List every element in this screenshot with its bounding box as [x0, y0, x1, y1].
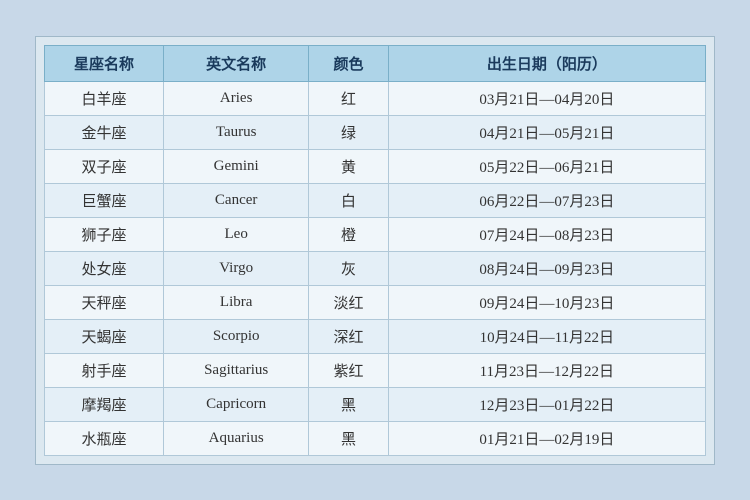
cell-color: 灰	[309, 251, 388, 285]
cell-chinese: 水瓶座	[45, 421, 164, 455]
cell-color: 淡红	[309, 285, 388, 319]
header-english: 英文名称	[163, 45, 308, 81]
zodiac-table: 星座名称 英文名称 颜色 出生日期（阳历） 白羊座Aries红03月21日—04…	[44, 45, 706, 456]
table-row: 天秤座Libra淡红09月24日—10月23日	[45, 285, 706, 319]
cell-color: 红	[309, 81, 388, 115]
table-row: 金牛座Taurus绿04月21日—05月21日	[45, 115, 706, 149]
cell-chinese: 巨蟹座	[45, 183, 164, 217]
cell-english: Gemini	[163, 149, 308, 183]
cell-date: 03月21日—04月20日	[388, 81, 705, 115]
cell-date: 12月23日—01月22日	[388, 387, 705, 421]
header-color: 颜色	[309, 45, 388, 81]
cell-english: Scorpio	[163, 319, 308, 353]
cell-chinese: 射手座	[45, 353, 164, 387]
cell-chinese: 处女座	[45, 251, 164, 285]
cell-color: 绿	[309, 115, 388, 149]
cell-date: 06月22日—07月23日	[388, 183, 705, 217]
table-row: 射手座Sagittarius紫红11月23日—12月22日	[45, 353, 706, 387]
cell-chinese: 金牛座	[45, 115, 164, 149]
header-chinese: 星座名称	[45, 45, 164, 81]
cell-chinese: 摩羯座	[45, 387, 164, 421]
cell-chinese: 天蝎座	[45, 319, 164, 353]
table-row: 处女座Virgo灰08月24日—09月23日	[45, 251, 706, 285]
cell-color: 橙	[309, 217, 388, 251]
cell-english: Aries	[163, 81, 308, 115]
cell-date: 04月21日—05月21日	[388, 115, 705, 149]
cell-color: 紫红	[309, 353, 388, 387]
table-row: 水瓶座Aquarius黑01月21日—02月19日	[45, 421, 706, 455]
cell-date: 09月24日—10月23日	[388, 285, 705, 319]
cell-english: Taurus	[163, 115, 308, 149]
cell-date: 07月24日—08月23日	[388, 217, 705, 251]
cell-chinese: 天秤座	[45, 285, 164, 319]
cell-date: 08月24日—09月23日	[388, 251, 705, 285]
table-row: 白羊座Aries红03月21日—04月20日	[45, 81, 706, 115]
cell-english: Virgo	[163, 251, 308, 285]
table-row: 天蝎座Scorpio深红10月24日—11月22日	[45, 319, 706, 353]
cell-chinese: 狮子座	[45, 217, 164, 251]
cell-english: Capricorn	[163, 387, 308, 421]
cell-date: 01月21日—02月19日	[388, 421, 705, 455]
cell-chinese: 白羊座	[45, 81, 164, 115]
cell-date: 10月24日—11月22日	[388, 319, 705, 353]
cell-color: 深红	[309, 319, 388, 353]
cell-color: 黑	[309, 387, 388, 421]
table-header-row: 星座名称 英文名称 颜色 出生日期（阳历）	[45, 45, 706, 81]
table-row: 狮子座Leo橙07月24日—08月23日	[45, 217, 706, 251]
cell-english: Aquarius	[163, 421, 308, 455]
cell-chinese: 双子座	[45, 149, 164, 183]
table-row: 双子座Gemini黄05月22日—06月21日	[45, 149, 706, 183]
cell-english: Libra	[163, 285, 308, 319]
zodiac-table-container: 星座名称 英文名称 颜色 出生日期（阳历） 白羊座Aries红03月21日—04…	[35, 36, 715, 465]
cell-english: Cancer	[163, 183, 308, 217]
cell-color: 黑	[309, 421, 388, 455]
cell-color: 黄	[309, 149, 388, 183]
header-date: 出生日期（阳历）	[388, 45, 705, 81]
cell-english: Leo	[163, 217, 308, 251]
table-row: 摩羯座Capricorn黑12月23日—01月22日	[45, 387, 706, 421]
table-row: 巨蟹座Cancer白06月22日—07月23日	[45, 183, 706, 217]
cell-color: 白	[309, 183, 388, 217]
cell-date: 05月22日—06月21日	[388, 149, 705, 183]
cell-date: 11月23日—12月22日	[388, 353, 705, 387]
cell-english: Sagittarius	[163, 353, 308, 387]
